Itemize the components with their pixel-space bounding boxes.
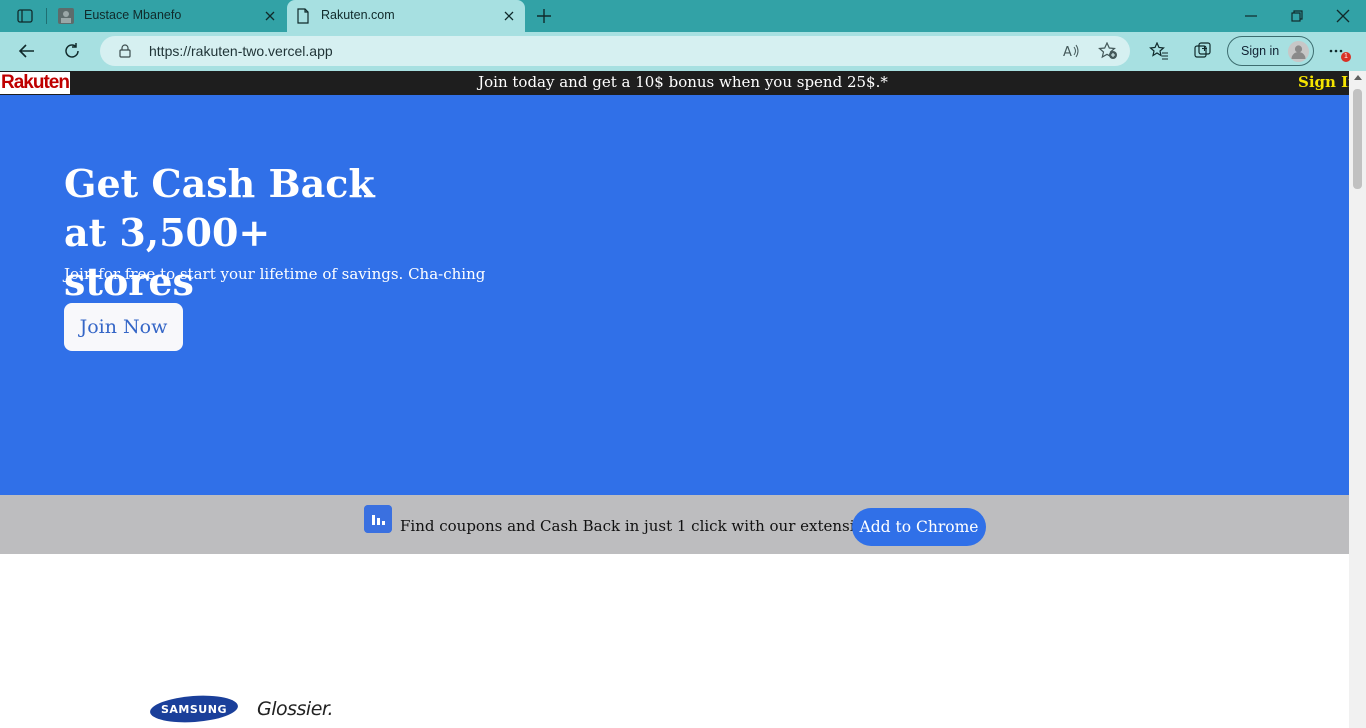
favorites-icon[interactable]: [1149, 42, 1169, 60]
signin-label: Sign in: [1241, 44, 1280, 58]
new-tab-icon[interactable]: [535, 7, 553, 25]
page-scrollbar[interactable]: [1349, 71, 1366, 728]
tab-title: Eustace Mbanefo: [84, 8, 182, 22]
page-favicon-icon: [297, 8, 309, 24]
add-to-chrome-button[interactable]: Add to Chrome: [852, 508, 986, 546]
minimize-icon[interactable]: [1243, 8, 1259, 24]
glossier-logo[interactable]: Glossier.: [257, 698, 334, 720]
samsung-logo[interactable]: SAMSUNG: [150, 694, 238, 724]
scroll-thumb[interactable]: [1353, 89, 1362, 189]
svg-text:SAMSUNG: SAMSUNG: [161, 703, 227, 716]
profile-favicon-icon: [58, 8, 74, 24]
svg-text:A: A: [1063, 45, 1072, 59]
promo-text: Join today and get a 10$ bonus when you …: [478, 73, 888, 91]
close-tab-icon[interactable]: [501, 8, 517, 24]
address-bar[interactable]: https://rakuten-two.vercel.app A: [100, 36, 1130, 66]
tab-actions-icon[interactable]: [17, 8, 33, 24]
avatar-icon: [1288, 41, 1309, 62]
extension-banner: Find coupons and Cash Back in just 1 cli…: [0, 495, 1349, 554]
hero-title: Get Cash Back at 3,500+ stores: [64, 161, 375, 304]
tab-title: Rakuten.com: [321, 8, 395, 22]
tab-rakuten[interactable]: Rakuten.com: [287, 0, 525, 32]
scroll-up-arrow-icon[interactable]: [1353, 75, 1362, 80]
extension-text: Find coupons and Cash Back in just 1 cli…: [400, 517, 881, 535]
signin-link[interactable]: Sign In: [1298, 73, 1349, 91]
profile-signin-button[interactable]: Sign in: [1227, 36, 1314, 66]
close-tab-icon[interactable]: [262, 8, 278, 24]
refresh-icon[interactable]: [63, 42, 81, 60]
browser-toolbar: https://rakuten-two.vercel.app A Sign in: [0, 32, 1366, 71]
tab-eustace[interactable]: Eustace Mbanefo: [46, 0, 286, 32]
add-favorite-icon[interactable]: [1098, 42, 1118, 60]
lock-icon[interactable]: [118, 44, 132, 58]
url-text[interactable]: https://rakuten-two.vercel.app: [149, 43, 333, 59]
brand-logos: SAMSUNG Glossier.: [0, 554, 1349, 728]
close-window-icon[interactable]: [1335, 8, 1351, 24]
restore-icon[interactable]: [1289, 8, 1305, 24]
extension-icon: [364, 505, 392, 533]
browser-tabstrip: Eustace Mbanefo Rakuten.com: [0, 0, 1366, 32]
back-icon[interactable]: [18, 42, 36, 60]
tab-separator: [46, 8, 47, 24]
join-now-button[interactable]: Join Now: [64, 303, 183, 351]
collections-icon[interactable]: [1194, 42, 1212, 60]
webpage: Rakuten Join today and get a 10$ bonus w…: [0, 71, 1349, 728]
notification-badge: 1: [1341, 52, 1351, 62]
read-aloud-icon[interactable]: A: [1063, 43, 1081, 59]
top-promo-bar: Rakuten Join today and get a 10$ bonus w…: [0, 71, 1349, 95]
hero-subtitle: Join for free to start your lifetime of …: [64, 265, 486, 283]
hero-section: Get Cash Back at 3,500+ stores Join for …: [0, 95, 1349, 495]
